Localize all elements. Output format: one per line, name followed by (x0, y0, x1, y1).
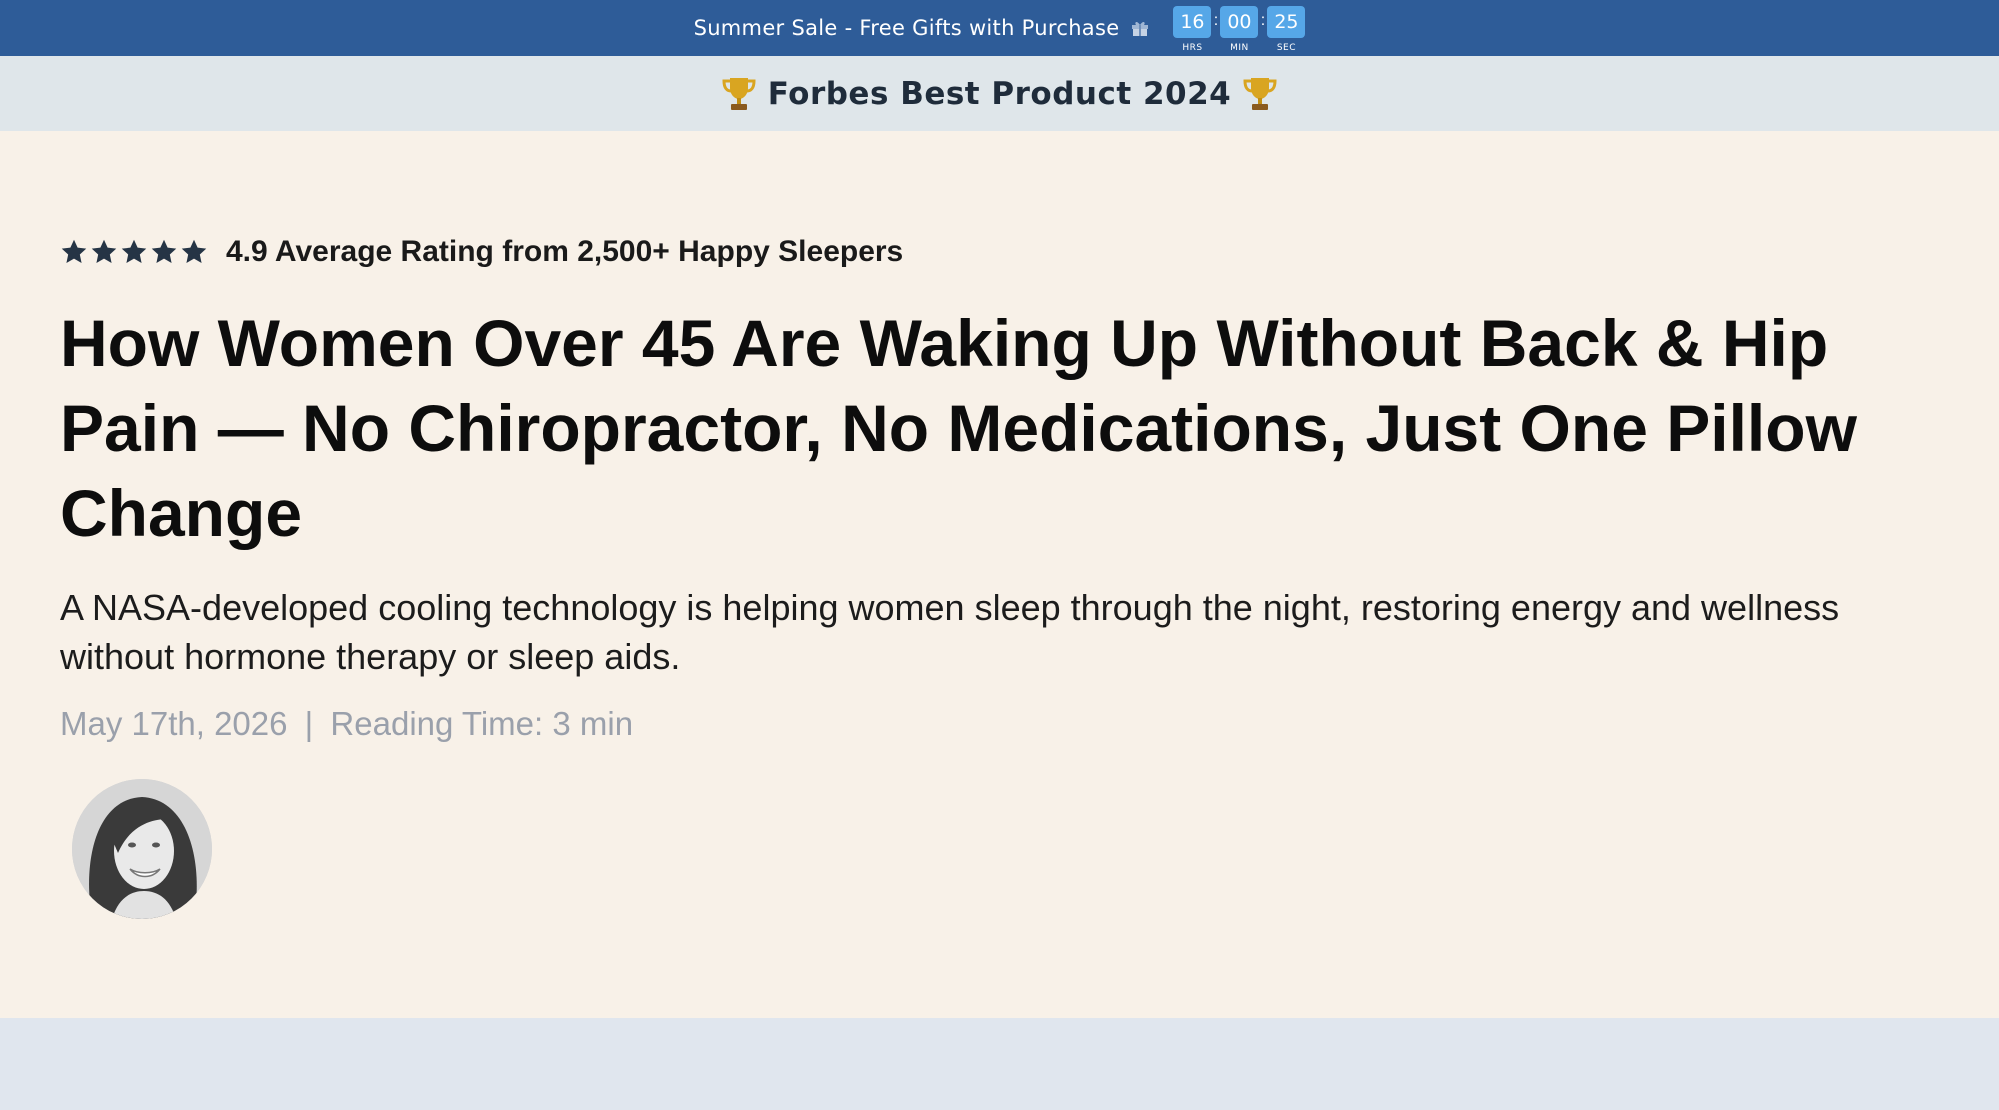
countdown-hours-label: HRS (1182, 42, 1203, 53)
article-headline: How Women Over 45 Are Waking Up Without … (60, 306, 1857, 550)
star-icon (91, 239, 117, 263)
countdown-minutes-value: 00 (1220, 5, 1259, 38)
gift-icon (1132, 21, 1149, 36)
star-rating (60, 238, 210, 266)
author-photo (72, 779, 212, 919)
star-icon (121, 239, 147, 263)
countdown-timer: 16 HRS : 00 MIN : 25 SEC (1173, 5, 1306, 53)
star-icon (151, 239, 177, 263)
star-icon (181, 239, 207, 263)
award-text: Forbes Best Product 2024 (767, 75, 1232, 112)
announcement-text: Summer Sale - Free Gifts with Purchase (693, 16, 1120, 40)
award-banner: Forbes Best Product 2024 (0, 56, 1999, 131)
rating-text: 4.9 Average Rating from 2,500+ Happy Sle… (226, 235, 904, 268)
countdown-seconds-label: SEC (1276, 42, 1297, 53)
countdown-hours: 16 HRS (1173, 5, 1212, 53)
author-avatar (72, 779, 212, 919)
publish-date: May 17th, 2026 (60, 705, 288, 742)
announcement-bar: Summer Sale - Free Gifts with Purchase 1… (0, 0, 1999, 56)
article-subheadline: A NASA-developed cooling technology is h… (60, 587, 1840, 677)
countdown-seconds-value: 25 (1267, 5, 1306, 38)
meta-divider: | (304, 705, 314, 742)
award: Forbes Best Product 2024 (710, 76, 1290, 112)
countdown-separator: : (1213, 11, 1219, 29)
countdown-separator: : (1260, 11, 1266, 29)
countdown-hours-value: 16 (1173, 5, 1212, 38)
article-meta: May 17th, 2026 | Reading Time: 3 min (60, 705, 633, 743)
star-icon (61, 239, 87, 263)
countdown-seconds: 25 SEC (1267, 5, 1306, 53)
reading-time: Reading Time: 3 min (330, 705, 634, 742)
countdown-minutes: 00 MIN (1220, 5, 1259, 53)
countdown-minutes-label: MIN (1230, 42, 1249, 53)
announcement: Summer Sale - Free Gifts with Purchase (694, 16, 1150, 40)
rating-summary: 4.9 Average Rating from 2,500+ Happy Sle… (60, 235, 903, 269)
trophy-icon (1243, 77, 1277, 110)
article-hero: 4.9 Average Rating from 2,500+ Happy Sle… (0, 131, 1999, 1018)
trophy-icon (722, 77, 756, 110)
